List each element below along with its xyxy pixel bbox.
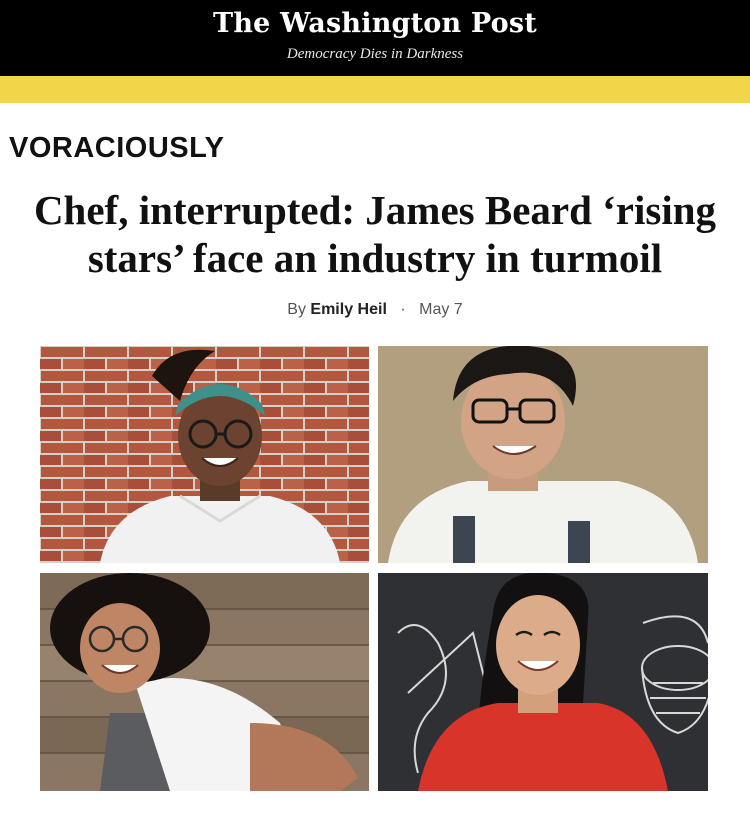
author-link[interactable]: Emily Heil [310,301,386,318]
byline-separator: · [400,301,406,318]
masthead: The Washington Post Democracy Dies in Da… [0,0,750,76]
chef-photo-plaster-wall[interactable] [378,346,708,563]
chef-photo-wood-wall[interactable] [40,573,369,791]
article-headline: Chef, interrupted: James Beard ‘rising s… [20,186,730,282]
washington-post-logo[interactable]: The Washington Post [0,8,750,39]
tagline: Democracy Dies in Darkness [286,46,464,62]
byline-prefix: By [287,301,306,318]
headline-line-1: Chef, interrupted: James Beard ‘rising [33,187,717,233]
chef-photo-brick-wall[interactable] [40,346,369,563]
publish-date: May 7 [419,301,463,318]
headline-line-2: stars’ face an industry in turmoil [87,235,663,281]
section-label[interactable]: VORACIOUSLY [9,132,225,165]
byline: By Emily Heil · May 7 [0,301,750,319]
accent-bar [0,76,750,103]
chef-photo-chalkboard[interactable] [378,573,708,791]
